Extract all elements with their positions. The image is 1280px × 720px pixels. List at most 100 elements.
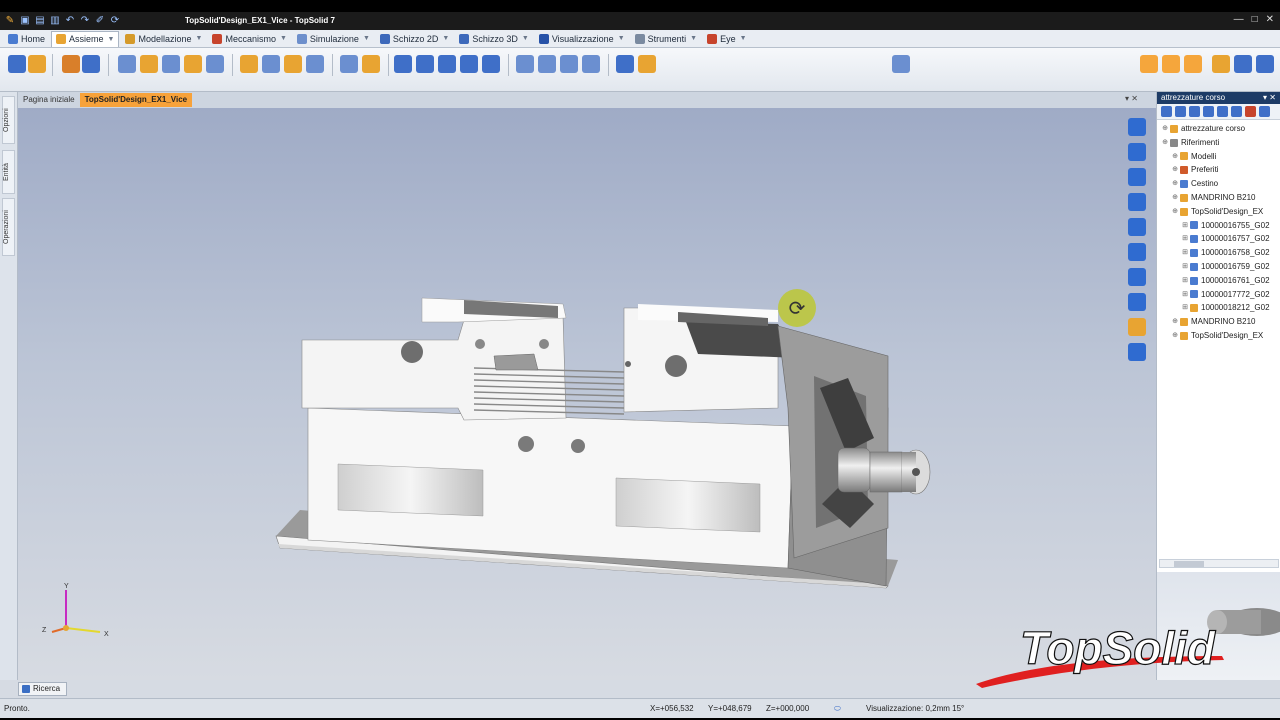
tree-tool-icon-7[interactable] (1245, 106, 1256, 117)
shading-icon[interactable] (1128, 293, 1146, 311)
view-fit-icon[interactable] (1128, 218, 1146, 236)
constraint-icon[interactable] (62, 55, 80, 73)
tree-node[interactable]: ⊕ TopSolid'Design_EX (1157, 205, 1280, 219)
tab-modellazione[interactable]: Modellazione ▼ (121, 31, 206, 47)
property-icon-2[interactable] (1162, 55, 1180, 73)
save-all-icon[interactable]: ▤ (34, 15, 46, 27)
tree-node[interactable]: ⊞ 10000016759_G02 (1157, 260, 1280, 274)
tab-home[interactable]: Home (4, 31, 49, 47)
close-icon[interactable]: ▾ ✕ (1263, 92, 1280, 104)
view-right-icon[interactable] (1128, 168, 1146, 186)
tree-tool-icon-6[interactable] (1231, 106, 1242, 117)
coordinate-system-icon[interactable] (892, 55, 910, 73)
tree-node[interactable]: ⊕ Riferimenti (1157, 136, 1280, 150)
rotation-handle-icon[interactable]: ⟳ (778, 289, 816, 327)
property-icon-3[interactable] (1184, 55, 1202, 73)
chevron-down-icon[interactable]: ▼ (740, 35, 747, 42)
search-tab[interactable]: Ricerca (18, 682, 68, 696)
close-icon[interactable]: ✕ (1266, 14, 1274, 25)
tree-node[interactable]: ⊕ MANDRINO B210 (1157, 315, 1280, 329)
expand-icon[interactable]: ⊕ (1171, 163, 1179, 177)
render-icon[interactable] (1128, 318, 1146, 336)
measure-icon-2[interactable] (638, 55, 656, 73)
insert-component-icon[interactable] (28, 55, 46, 73)
mate-icon-4[interactable] (306, 55, 324, 73)
position-icon-4[interactable] (184, 55, 202, 73)
position-icon-2[interactable] (140, 55, 158, 73)
zoom-icon[interactable] (1128, 268, 1146, 286)
position-icon-5[interactable] (206, 55, 224, 73)
expand-icon[interactable]: ⊕ (1161, 122, 1169, 136)
tree-node[interactable]: ⊞ 10000017772_G02 (1157, 288, 1280, 302)
expand-icon[interactable]: ⊕ (1171, 191, 1179, 205)
tree-node[interactable]: ⊕ TopSolid'Design_EX (1157, 329, 1280, 343)
insert-part-icon[interactable] (8, 55, 26, 73)
position-icon-3[interactable] (162, 55, 180, 73)
tree-horizontal-scrollbar[interactable] (1159, 559, 1279, 568)
view-mode-icon[interactable]: ⬭ (834, 704, 841, 714)
tree-tool-icon-8[interactable] (1259, 106, 1270, 117)
expand-icon[interactable]: ⊞ (1181, 260, 1189, 274)
expand-icon[interactable]: ⊕ (1171, 329, 1179, 343)
expand-icon[interactable]: ⊞ (1181, 288, 1189, 302)
expand-icon[interactable]: ⊕ (1171, 205, 1179, 219)
chevron-down-icon[interactable]: ▼ (280, 35, 287, 42)
redo-icon[interactable]: ↷ (79, 15, 91, 27)
measure-icon-1[interactable] (616, 55, 634, 73)
zoom-window-icon[interactable] (1128, 243, 1146, 261)
tab-entita[interactable]: Entità (2, 150, 15, 194)
tree-tool-icon-4[interactable] (1203, 106, 1214, 117)
align-icon-1[interactable] (340, 55, 358, 73)
tree-node[interactable]: ⊕ attrezzature corso (1157, 122, 1280, 136)
property-icon-1[interactable] (1140, 55, 1158, 73)
view-front-icon[interactable] (1128, 143, 1146, 161)
explode-icon-3[interactable] (438, 55, 456, 73)
chevron-down-icon[interactable]: ▼ (618, 35, 625, 42)
tab-strumenti[interactable]: Strumenti ▼ (631, 31, 701, 47)
property-icon-6[interactable] (1256, 55, 1274, 73)
property-icon-4[interactable] (1212, 55, 1230, 73)
save-icon[interactable]: ▣ (19, 15, 31, 27)
expand-icon[interactable]: ⊕ (1171, 150, 1179, 164)
tree-node[interactable]: ⊞ 10000016755_G02 (1157, 219, 1280, 233)
tree-tool-icon-5[interactable] (1217, 106, 1228, 117)
explode-icon-2[interactable] (416, 55, 434, 73)
3d-viewport[interactable]: ⟳ Y X Z (18, 108, 1156, 680)
chevron-down-icon[interactable]: ▼ (690, 35, 697, 42)
pattern-icon[interactable] (82, 55, 100, 73)
undo-icon[interactable]: ↶ (64, 15, 76, 27)
expand-icon[interactable]: ⊞ (1181, 232, 1189, 246)
mate-icon-3[interactable] (284, 55, 302, 73)
expand-icon[interactable]: ⊞ (1181, 274, 1189, 288)
explode-icon-1[interactable] (394, 55, 412, 73)
repeat-icon-2[interactable] (538, 55, 556, 73)
print-icon[interactable]: ▥ (49, 15, 61, 27)
expand-icon[interactable]: ⊕ (1171, 315, 1179, 329)
repeat-icon-4[interactable] (582, 55, 600, 73)
doc-tab-active[interactable]: TopSolid'Design_EX1_Vice (79, 93, 193, 107)
expand-icon[interactable]: ⊕ (1171, 177, 1179, 191)
tree-tool-icon-2[interactable] (1175, 106, 1186, 117)
scrollbar-thumb[interactable] (1174, 561, 1204, 567)
expand-icon[interactable]: ⊞ (1181, 246, 1189, 260)
tree-tool-icon-1[interactable] (1161, 106, 1172, 117)
tab-schizzo-3d[interactable]: Schizzo 3D ▼ (455, 31, 532, 47)
tree-node[interactable]: ⊕ Modelli (1157, 150, 1280, 164)
tab-operazioni[interactable]: Operazioni (2, 198, 15, 256)
tab-schizzo-2d[interactable]: Schizzo 2D ▼ (376, 31, 453, 47)
position-icon-1[interactable] (118, 55, 136, 73)
tab-opzioni[interactable]: Opzioni (2, 96, 15, 144)
expand-icon[interactable]: ⊞ (1181, 219, 1189, 233)
close-icon[interactable]: ▾ ✕ (1125, 94, 1138, 103)
minimize-icon[interactable]: — (1234, 14, 1244, 25)
chevron-down-icon[interactable]: ▼ (108, 36, 115, 43)
view-iso-icon[interactable] (1128, 193, 1146, 211)
tree-node[interactable]: ⊞ 10000016758_G02 (1157, 246, 1280, 260)
tree-node[interactable]: ⊕ Cestino (1157, 177, 1280, 191)
tree-node[interactable]: ⊞ 10000018212_G02 (1157, 301, 1280, 315)
explode-icon-4[interactable] (460, 55, 478, 73)
view-top-icon[interactable] (1128, 118, 1146, 136)
chevron-down-icon[interactable]: ▼ (196, 35, 203, 42)
doc-tab-home[interactable]: Pagina iniziale (18, 93, 80, 107)
tree-tool-icon-3[interactable] (1189, 106, 1200, 117)
